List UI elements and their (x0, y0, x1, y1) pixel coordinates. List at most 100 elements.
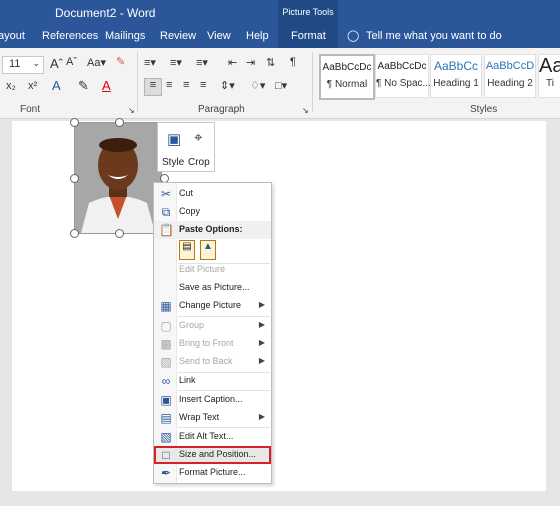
resize-handle[interactable] (70, 118, 79, 127)
menu-item-label: Edit Picture (179, 264, 226, 274)
resize-handle[interactable] (70, 229, 79, 238)
text-effects-icon[interactable]: A (52, 78, 61, 93)
pilcrow-icon[interactable]: ¶ (290, 56, 296, 68)
menu-item-label: Copy (179, 206, 201, 216)
window-title: Document2 - Word (55, 6, 156, 20)
align-center-icon[interactable]: ≡ (166, 79, 172, 91)
line-spacing-icon[interactable]: ⇕▾ (220, 79, 235, 92)
send-back-icon: ▨ (160, 355, 172, 369)
crop-icon: ⌖ (194, 129, 203, 146)
style-sample: Aa (539, 55, 560, 77)
submenu-arrow-icon: ▶ (258, 412, 265, 421)
paste-keep-format-icon[interactable]: ▤ (179, 240, 195, 260)
font-group-label: Font (20, 104, 41, 115)
mini-toolbar: ▣ Style ⌖ Crop (157, 122, 215, 172)
menu-item-cut[interactable]: ✂ Cut (154, 185, 271, 203)
style-name: ¶ Normal (326, 79, 368, 90)
crop-button[interactable]: ⌖ Crop (188, 127, 212, 168)
change-case-icon[interactable]: Aa▾ (87, 56, 106, 69)
menu-item-edit-picture: Edit Picture (154, 261, 271, 279)
menu-item-save-as-picture[interactable]: Save as Picture... (154, 279, 271, 297)
ribbon-tabs: ayout References Mailings Review View He… (0, 24, 560, 48)
tab-layout[interactable]: ayout (0, 24, 25, 48)
style-title[interactable]: Aa Ti (538, 54, 560, 98)
style-name: Heading 2 (487, 78, 533, 89)
menu-item-label: Wrap Text (179, 412, 220, 422)
style-no-spacing[interactable]: AaBbCcDc ¶ No Spac... (375, 54, 431, 98)
menu-item-wrap-text[interactable]: ▤ Wrap Text ▶ (154, 409, 271, 427)
menu-item-link[interactable]: ∞ Link (154, 372, 271, 390)
clear-format-icon[interactable]: ✎ (116, 55, 125, 68)
tab-mailings[interactable]: Mailings (105, 24, 145, 48)
paste-options-row: ▤ ▲ (154, 239, 271, 261)
menu-item-label: Send to Back (179, 356, 233, 366)
tab-format[interactable]: Format (291, 24, 326, 48)
menu-item-label: Edit Alt Text... (179, 431, 234, 441)
submenu-arrow-icon: ▶ (258, 300, 265, 309)
style-sample: AaBbCc (433, 59, 479, 73)
style-normal[interactable]: AaBbCcDc ¶ Normal (319, 54, 375, 100)
superscript-icon[interactable]: x² (28, 80, 37, 92)
menu-item-edit-alt-text[interactable]: ▧ Edit Alt Text... (154, 428, 271, 446)
lightbulb-icon: ◯ (347, 30, 360, 42)
format-picture-icon: ✒ (160, 466, 172, 480)
menu-item-size-and-position[interactable]: □ Size and Position... (154, 446, 271, 464)
decrease-indent-icon[interactable]: ⇤ (228, 56, 237, 69)
menu-item-insert-caption[interactable]: ▣ Insert Caption... (154, 391, 271, 409)
multilevel-icon[interactable]: ≡▾ (196, 56, 208, 69)
justify-icon[interactable]: ≡ (200, 79, 206, 91)
menu-item-label: Link (179, 375, 196, 385)
paragraph-group-label: Paragraph (198, 104, 245, 115)
align-right-icon[interactable]: ≡ (183, 79, 189, 91)
style-button-label: Style (162, 157, 185, 168)
tab-view[interactable]: View (207, 24, 231, 48)
ribbon: 11 ⌄ Aˆ Aˇ Aa▾ ✎ x₂ x² A ✎ A Font ↘ ≡▾ ≡… (0, 48, 560, 119)
menu-item-label: Paste Options: (179, 224, 243, 234)
menu-item-copy[interactable]: ⧉ Copy (154, 203, 271, 221)
style-name: ¶ No Spac... (376, 78, 431, 89)
increase-indent-icon[interactable]: ⇥ (246, 56, 255, 69)
numbering-icon[interactable]: ≡▾ (170, 56, 182, 69)
scissors-icon: ✂ (160, 187, 172, 201)
style-heading-2[interactable]: AaBbCcD Heading 2 (484, 54, 536, 98)
style-name: Ti (546, 78, 554, 89)
divider (137, 52, 138, 112)
submenu-arrow-icon: ▶ (258, 356, 265, 365)
resize-handle[interactable] (115, 229, 124, 238)
menu-item-format-picture[interactable]: ✒ Format Picture... (154, 464, 271, 482)
menu-item-change-picture[interactable]: ▦ Change Picture ▶ (154, 297, 271, 315)
sort-icon[interactable]: ⇅ (266, 56, 275, 69)
menu-item-label: Group (179, 320, 205, 330)
font-launcher-icon[interactable]: ↘ (128, 106, 135, 115)
font-size-value: 11 (9, 58, 21, 70)
style-heading-1[interactable]: AaBbCc Heading 1 (430, 54, 482, 98)
selected-picture[interactable] (74, 122, 162, 234)
grow-font-icon[interactable]: Aˆ (50, 56, 63, 71)
borders-icon[interactable]: □▾ (275, 79, 287, 92)
subscript-icon[interactable]: x₂ (6, 80, 16, 92)
align-left-icon[interactable]: ≡ (144, 78, 162, 96)
font-color-icon[interactable]: A (102, 78, 111, 93)
tab-references[interactable]: References (42, 24, 98, 48)
resize-handle[interactable] (70, 174, 79, 183)
tab-review[interactable]: Review (160, 24, 196, 48)
size-position-icon: □ (162, 448, 170, 462)
wrap-text-icon: ▤ (160, 411, 172, 425)
context-menu: ✂ Cut ⧉ Copy 📋 Paste Options: ▤ ▲ Edit P… (153, 182, 272, 484)
resize-handle[interactable] (115, 118, 124, 127)
highlight-icon[interactable]: ✎ (78, 78, 89, 94)
bullets-icon[interactable]: ≡▾ (144, 56, 156, 69)
menu-item-label: Save as Picture... (179, 282, 250, 292)
styles-group-label: Styles (470, 104, 498, 115)
alt-text-icon: ▧ (160, 430, 172, 444)
paste-picture-icon[interactable]: ▲ (200, 240, 216, 260)
paragraph-launcher-icon[interactable]: ↘ (302, 106, 309, 115)
shading-icon[interactable]: ♢▾ (250, 79, 265, 92)
shrink-font-icon[interactable]: Aˇ (66, 56, 77, 68)
picture-style-icon: ▣ (167, 131, 182, 148)
tab-help[interactable]: Help (246, 24, 269, 48)
tell-me-search[interactable]: Tell me what you want to do (366, 24, 502, 48)
style-button[interactable]: ▣ Style (162, 127, 186, 168)
font-size-box[interactable]: 11 ⌄ (2, 56, 44, 74)
change-picture-icon: ▦ (160, 299, 172, 313)
